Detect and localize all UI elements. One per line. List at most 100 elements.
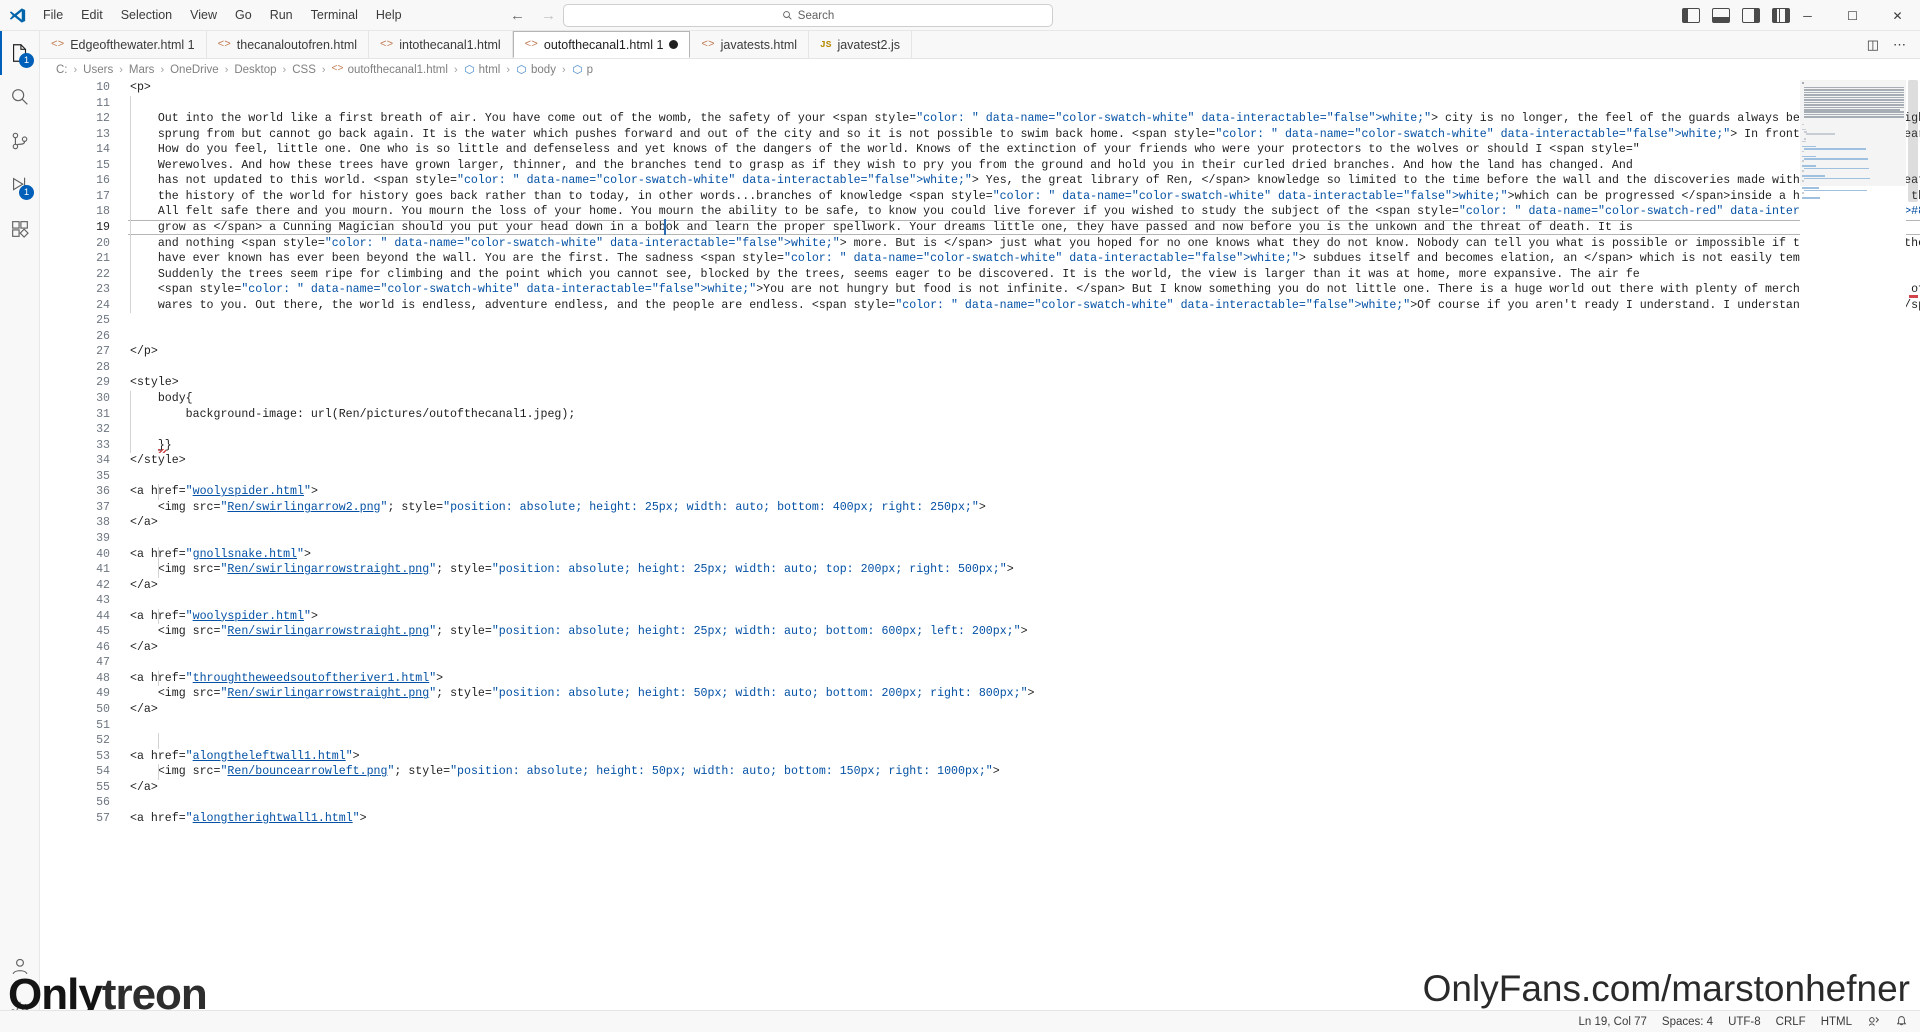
code-line[interactable]: 18 All felt safe there and you mourn. Yo…: [40, 204, 1920, 220]
code-line[interactable]: 37 <img src="Ren/swirlingarrow2.png"; st…: [40, 500, 1920, 516]
toggle-panel-icon[interactable]: [1712, 8, 1730, 23]
code-line[interactable]: 19 grow as </span> a Cunning Magician sh…: [40, 219, 1920, 236]
code-line[interactable]: 57 <a href="alongtherightwall1.html">: [40, 811, 1920, 827]
status-language-mode[interactable]: HTML: [1821, 1016, 1852, 1028]
line-content[interactable]: <img src="Ren/swirlingarrowstraight.png"…: [130, 562, 1014, 578]
arrow-left-icon[interactable]: ←: [510, 8, 525, 23]
tab-outofthecanal1[interactable]: <> outofthecanal1.html 1: [512, 31, 691, 58]
code-line[interactable]: 54 <img src="Ren/bouncearrowleft.png"; s…: [40, 764, 1920, 780]
line-content[interactable]: have ever known has ever been beyond the…: [130, 251, 1842, 267]
code-line[interactable]: 17 the history of the world for history …: [40, 189, 1920, 205]
code-line[interactable]: 28: [40, 360, 1920, 376]
code-line[interactable]: 38 </a>: [40, 515, 1920, 531]
code-line[interactable]: 46 </a>: [40, 640, 1920, 656]
code-line[interactable]: 49 <img src="Ren/swirlingarrowstraight.p…: [40, 686, 1920, 702]
code-line[interactable]: 33 }}: [40, 438, 1920, 454]
code-line[interactable]: 27 </p>: [40, 344, 1920, 360]
code-line[interactable]: 45 <img src="Ren/swirlingarrowstraight.p…: [40, 624, 1920, 640]
code-line[interactable]: 53 <a href="alongtheleftwall1.html">: [40, 749, 1920, 765]
line-content[interactable]: <img src="Ren/swirlingarrowstraight.png"…: [130, 686, 1035, 702]
code-line[interactable]: 32: [40, 422, 1920, 438]
minimize-button[interactable]: ─: [1785, 0, 1830, 31]
menu-run[interactable]: Run: [262, 4, 301, 26]
code-line[interactable]: 15 Werewolves. And how these trees have …: [40, 158, 1920, 174]
code-lines[interactable]: 10 <p> 11 12 Out into the world like a firs…: [40, 80, 1920, 984]
tab-javatests[interactable]: <> javatests.html: [690, 31, 810, 58]
code-line[interactable]: 42 </a>: [40, 578, 1920, 594]
code-line[interactable]: 41 <img src="Ren/swirlingarrowstraight.p…: [40, 562, 1920, 578]
sidebar-item-extensions[interactable]: [0, 207, 40, 251]
tab-intothecanal1[interactable]: <> intothecanal1.html: [369, 31, 513, 58]
tab-edgeofthewater[interactable]: <> Edgeofthewater.html 1: [40, 31, 207, 58]
code-line[interactable]: 36 <a href="woolyspider.html">: [40, 484, 1920, 500]
code-line[interactable]: 43: [40, 593, 1920, 609]
breadcrumb-item-users[interactable]: Users: [83, 64, 113, 76]
line-content[interactable]: sprung from but cannot go back again. It…: [130, 127, 1920, 143]
menu-edit[interactable]: Edit: [73, 4, 111, 26]
code-line[interactable]: 24 wares to you. Out there, the world is…: [40, 298, 1920, 314]
code-line[interactable]: 56: [40, 795, 1920, 811]
breadcrumb-item-desktop[interactable]: Desktop: [234, 64, 276, 76]
code-line[interactable]: 51: [40, 718, 1920, 734]
line-content[interactable]: <img src="Ren/swirlingarrow2.png"; style…: [130, 500, 986, 516]
line-content[interactable]: </a>: [130, 515, 158, 531]
code-editor[interactable]: 10 <p> 11 12 Out into the world like a firs…: [40, 80, 1920, 984]
sidebar-item-source-control[interactable]: [0, 119, 40, 163]
line-content[interactable]: <img src="Ren/bouncearrowleft.png"; styl…: [130, 764, 1000, 780]
menu-selection[interactable]: Selection: [113, 4, 180, 26]
line-content[interactable]: grow as </span> a Cunning Magician shoul…: [130, 220, 1633, 236]
scrollbar-thumb[interactable]: [1908, 80, 1918, 202]
code-line[interactable]: 48 <a href="throughtheweedsoutoftheriver1…: [40, 671, 1920, 687]
line-content[interactable]: </a>: [130, 640, 158, 656]
toggle-primary-sidebar-icon[interactable]: [1682, 8, 1700, 23]
sidebar-item-search[interactable]: [0, 75, 40, 119]
code-line[interactable]: 35: [40, 469, 1920, 485]
code-line[interactable]: 34 </style>: [40, 453, 1920, 469]
code-line[interactable]: 16 has not updated to this world. <span …: [40, 173, 1920, 189]
line-content[interactable]: <style>: [130, 375, 179, 391]
status-indentation[interactable]: Spaces: 4: [1662, 1016, 1713, 1028]
line-content[interactable]: How do you feel, little one. One who is …: [130, 142, 1640, 158]
line-content[interactable]: <img src="Ren/swirlingarrowstraight.png"…: [130, 624, 1028, 640]
close-button[interactable]: ✕: [1875, 0, 1920, 31]
code-line[interactable]: 13 sprung from but cannot go back again.…: [40, 127, 1920, 143]
line-content[interactable]: Out into the world like a first breath o…: [130, 111, 1920, 127]
sidebar-item-run-and-debug[interactable]: 1: [0, 163, 40, 207]
breadcrumb-item-drive[interactable]: C:: [56, 64, 68, 76]
notifications-bell-icon[interactable]: [1895, 1015, 1908, 1028]
code-line[interactable]: 11: [40, 96, 1920, 112]
maximize-button[interactable]: ☐: [1830, 0, 1875, 31]
code-line[interactable]: 40 <a href="gnollsnake.html">: [40, 547, 1920, 563]
code-line[interactable]: 29 <style>: [40, 375, 1920, 391]
minimap[interactable]: [1800, 80, 1906, 984]
screencast-mode-icon[interactable]: [1867, 1015, 1880, 1028]
breadcrumb-item-p[interactable]: p: [572, 64, 593, 76]
breadcrumb-item-mars[interactable]: Mars: [129, 64, 155, 76]
line-content[interactable]: <a href="alongtheleftwall1.html">: [130, 749, 360, 765]
line-content[interactable]: </a>: [130, 578, 158, 594]
status-encoding[interactable]: UTF-8: [1728, 1016, 1761, 1028]
status-editor-position[interactable]: Ln 19, Col 77: [1578, 1016, 1646, 1028]
code-line[interactable]: 50 </a>: [40, 702, 1920, 718]
sidebar-item-accounts[interactable]: [0, 944, 40, 988]
tab-javatest2[interactable]: JS javatest2.js: [809, 31, 912, 58]
split-editor-right-icon[interactable]: ◫: [1867, 37, 1879, 53]
line-content[interactable]: Werewolves. And how these trees have gro…: [130, 158, 1633, 174]
code-line[interactable]: 31 background-image: url(Ren/pictures/ou…: [40, 407, 1920, 423]
breadcrumb-item-css[interactable]: CSS: [292, 64, 316, 76]
sidebar-item-explorer[interactable]: 1: [0, 31, 40, 75]
more-actions-icon[interactable]: ⋯: [1893, 37, 1906, 53]
line-content[interactable]: and nothing <span style="color: " data-n…: [130, 236, 1920, 252]
line-content[interactable]: <a href="alongtherightwall1.html">: [130, 811, 367, 827]
code-line[interactable]: 39: [40, 531, 1920, 547]
line-content[interactable]: wares to you. Out there, the world is en…: [130, 298, 1920, 314]
menu-terminal[interactable]: Terminal: [303, 4, 366, 26]
tab-thecanaloutofren[interactable]: <> thecanaloutofren.html: [206, 31, 370, 58]
code-line[interactable]: 21 have ever known has ever been beyond …: [40, 251, 1920, 267]
line-content[interactable]: has not updated to this world. <span sty…: [130, 173, 1920, 189]
arrow-right-icon[interactable]: →: [541, 8, 556, 23]
breadcrumb-item-file[interactable]: <> outofthecanal1.html: [332, 64, 448, 76]
line-content[interactable]: </a>: [130, 780, 158, 796]
line-content[interactable]: <a href="throughtheweedsoutoftheriver1.h…: [130, 671, 443, 687]
breadcrumb-item-onedrive[interactable]: OneDrive: [170, 64, 219, 76]
